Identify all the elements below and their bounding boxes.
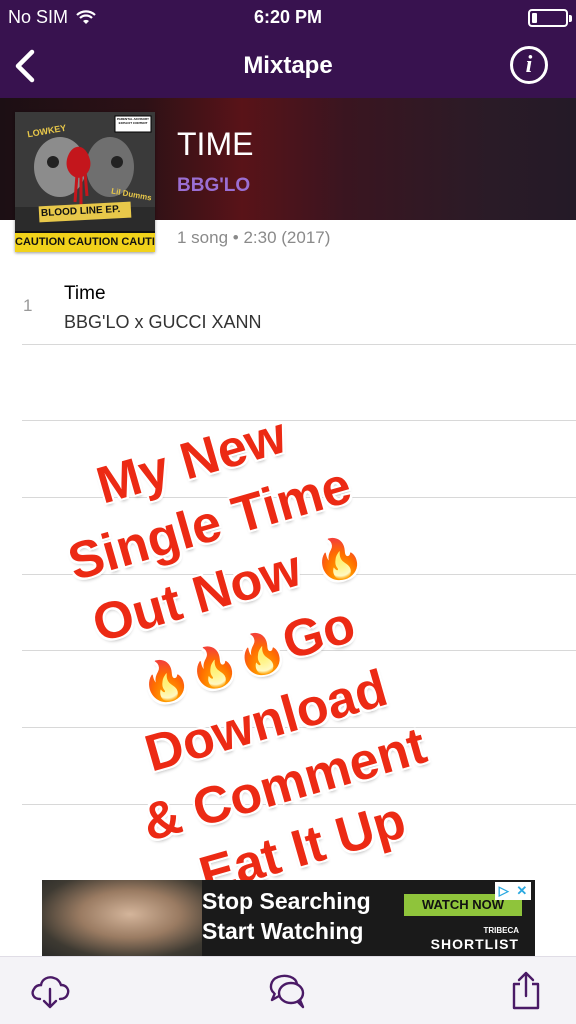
caption-text: Go [276, 595, 362, 672]
cover-caution-text: CAUTION CAUTION CAUTION [15, 236, 155, 248]
ad-image [42, 880, 202, 956]
fire-emoji: 🔥 [308, 531, 369, 588]
bottom-toolbar [0, 956, 576, 1024]
track-title: Time [64, 283, 106, 304]
ad-headline-2: Start Watching [202, 918, 364, 944]
album-artist-link[interactable]: BBG'LO [177, 175, 250, 197]
close-icon: ✕ [516, 883, 528, 898]
download-button[interactable] [26, 967, 74, 1015]
album-cover: LOWKEY Lil Dumms BLOOD LINE EP. PARENTAL… [15, 112, 155, 252]
cloud-download-icon [31, 976, 70, 1009]
status-time: 6:20 PM [253, 7, 323, 27]
ad-brand: SHORTLIST [430, 936, 519, 952]
info-button[interactable]: i [510, 46, 548, 84]
adchoices-button[interactable]: ▷ ✕ [495, 882, 531, 900]
overlay-caption: My New Single Time Out Now 🔥 🔥🔥🔥Go Downl… [0, 370, 518, 939]
ad-brand-small: TRIBECA [483, 926, 519, 935]
track-artists: BBG'LO x GUCCI XANN [64, 312, 262, 332]
status-bar: No SIM 6:20 PM [0, 0, 576, 34]
row-divider [22, 344, 576, 345]
comments-icon [269, 974, 305, 1009]
cover-advisory-text: PARENTAL ADVISORY EXPLICIT CONTENT [116, 117, 150, 125]
track-number: 1 [23, 296, 33, 315]
adchoices-icon: ▷ [498, 883, 509, 898]
share-button[interactable] [502, 967, 550, 1015]
comments-button[interactable] [264, 967, 312, 1015]
share-icon [512, 971, 540, 1010]
ad-banner[interactable]: Stop Searching Start Watching WATCH NOW … [42, 880, 535, 956]
nav-bar: Mixtape i [0, 34, 576, 98]
table-row[interactable]: 1 Time BBG'LO x GUCCI XANN [0, 270, 576, 344]
album-meta: 1 song • 2:30 (2017) [177, 228, 331, 247]
album-title: TIME [177, 126, 254, 162]
ad-headline-1: Stop Searching [202, 888, 371, 914]
top-bar: No SIM 6:20 PM Mixtape i [0, 0, 576, 98]
page-title: Mixtape [243, 52, 333, 79]
battery-icon [528, 9, 572, 27]
